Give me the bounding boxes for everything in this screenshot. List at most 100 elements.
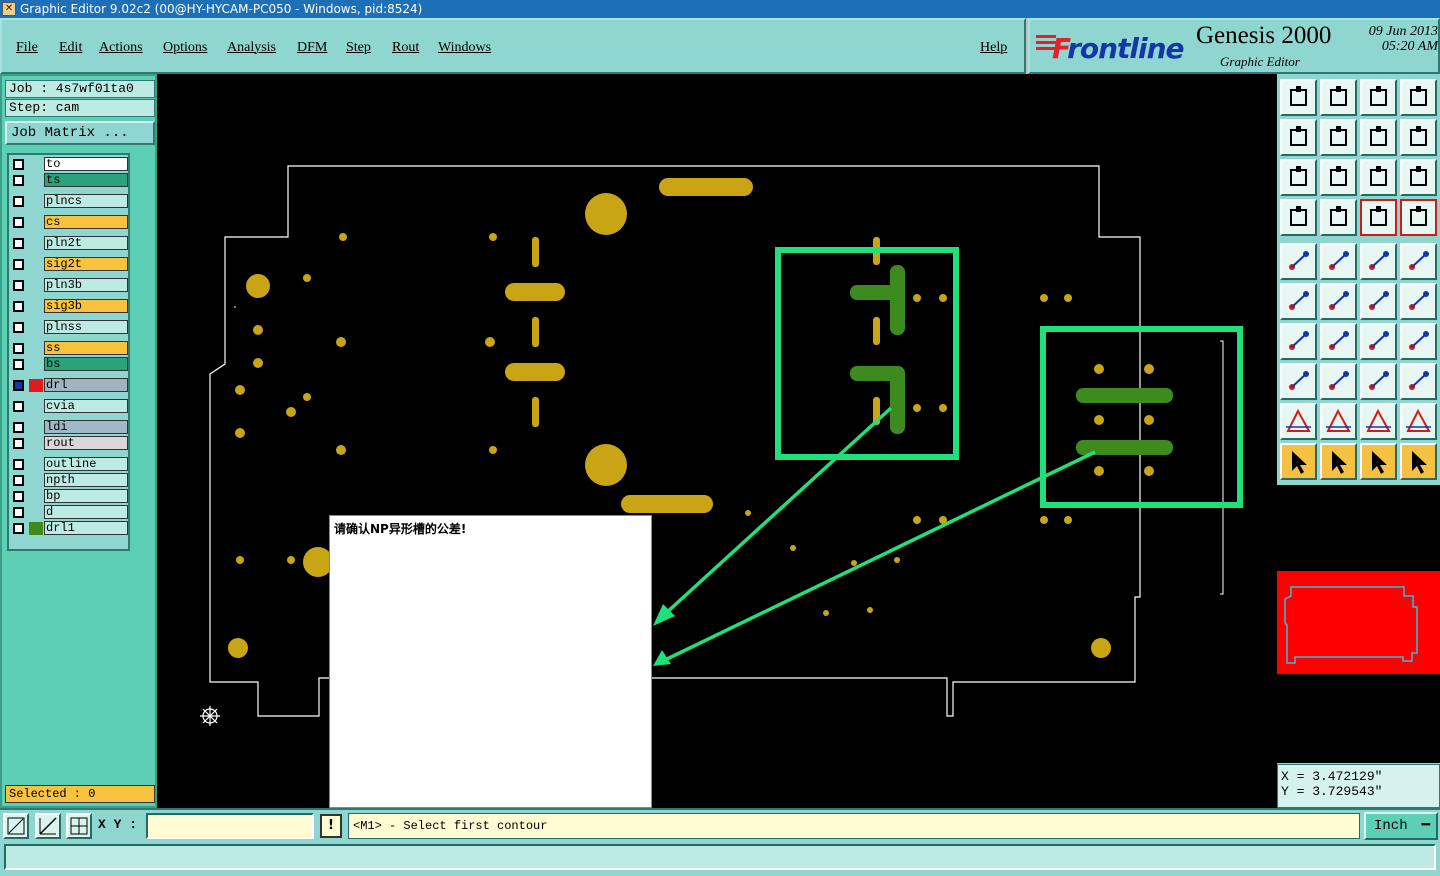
snap-red-icon[interactable] [1360,199,1397,236]
layer-checkbox[interactable] [13,259,24,270]
zoom-center-icon[interactable] [1320,159,1357,196]
triangle-fill-icon[interactable] [1360,403,1397,440]
ruler-icon[interactable] [1360,243,1397,280]
layer-checkbox[interactable] [13,380,24,391]
layer-name[interactable]: cvia [44,399,128,413]
pan-left-icon[interactable] [1280,119,1317,156]
triangle-cross-icon[interactable] [1400,403,1437,440]
layer-checkbox[interactable] [13,322,24,333]
segment-icon[interactable] [1320,323,1357,360]
arc-icon[interactable] [1400,283,1437,320]
redraw-icon[interactable] [1400,119,1437,156]
layer-down-icon[interactable] [1320,79,1357,116]
menu-rout[interactable]: Rout [392,40,419,56]
layer-name[interactable]: npth [44,473,128,487]
layer-checkbox[interactable] [13,422,24,433]
layer-row-cvia[interactable]: cvia [12,399,129,414]
alert-button[interactable]: ! [320,814,342,838]
mirror-icon[interactable] [1400,323,1437,360]
layer-checkbox[interactable] [13,159,24,170]
select-path-icon[interactable] [1400,443,1437,480]
layer-row-bs[interactable]: bs [12,357,129,372]
add-round-icon[interactable] [1400,243,1437,280]
line-align-icon[interactable] [1320,363,1357,400]
home-icon[interactable] [1360,79,1397,116]
layer-name[interactable]: rout [44,436,128,450]
triangle-outline-icon[interactable] [1320,403,1357,440]
menu-analysis[interactable]: Analysis [227,40,276,56]
layer-name[interactable]: d [44,505,128,519]
layer-name[interactable]: sig3b [44,299,128,313]
layer-name[interactable]: plncs [44,194,128,208]
select-box-icon[interactable] [1320,443,1357,480]
layer-checkbox[interactable] [13,507,24,518]
grid-snap-icon[interactable] [66,813,92,839]
xy-input[interactable] [146,813,314,839]
menu-help[interactable]: Help [980,40,1007,56]
layer-row-sig2t[interactable]: sig2t [12,257,129,272]
add-polygon-icon[interactable] [1280,283,1317,320]
feature-filter-icon[interactable] [1280,199,1317,236]
unit-selector[interactable]: Inch ━ [1364,812,1438,840]
layer-name[interactable]: bp [44,489,128,503]
layer-checkbox[interactable] [13,175,24,186]
menu-options[interactable]: Options [163,40,207,56]
layer-name[interactable]: ss [44,341,128,355]
rotate-icon[interactable] [1360,323,1397,360]
window-split-icon[interactable] [1400,79,1437,116]
layer-checkbox[interactable] [13,523,24,534]
undo-zoom-icon[interactable] [1360,119,1397,156]
layer-row-bp[interactable]: bp [12,489,129,504]
layer-checkbox[interactable] [13,196,24,207]
layer-row-outline[interactable]: outline [12,457,129,472]
layer-checkbox[interactable] [13,438,24,449]
add-line-icon[interactable] [1320,243,1357,280]
board-preview[interactable] [1277,571,1440,674]
layer-up-icon[interactable] [1280,79,1317,116]
layer-name[interactable]: drl1 [44,521,128,535]
zoom-fit-icon[interactable] [3,813,29,839]
measure-icon[interactable] [35,813,61,839]
layer-name[interactable]: to [44,157,128,171]
layer-name[interactable]: plnss [44,320,128,334]
layer-checkbox[interactable] [13,401,24,412]
layer-name[interactable]: sig2t [44,257,128,271]
menu-actions[interactable]: Actions [99,40,143,56]
zoom-one-to-one-icon[interactable] [1360,159,1397,196]
layer-row-npth[interactable]: npth [12,473,129,488]
layer-row-rout[interactable]: rout [12,436,129,451]
layer-row-sig3b[interactable]: sig3b [12,299,129,314]
layer-row-d[interactable]: d [12,505,129,520]
layer-name[interactable]: ldi [44,420,128,434]
add-pad-icon[interactable] [1280,243,1317,280]
layer-row-ts[interactable]: ts [12,173,129,188]
menu-step[interactable]: Step [346,40,371,56]
layer-name[interactable]: cs [44,215,128,229]
layer-checkbox[interactable] [13,491,24,502]
layer-row-ss[interactable]: ss [12,341,129,356]
layer-row-plncs[interactable]: plncs [12,194,129,209]
layer-checkbox[interactable] [13,343,24,354]
layer-checkbox[interactable] [13,280,24,291]
layer-checkbox[interactable] [13,238,24,249]
pan-right-icon[interactable] [1320,119,1357,156]
menu-dfm[interactable]: DFM [297,40,327,56]
angle-icon[interactable] [1280,323,1317,360]
layer-name[interactable]: pln3b [44,278,128,292]
layer-name[interactable]: outline [44,457,128,471]
layer-row-pln2t[interactable]: pln2t [12,236,129,251]
menu-edit[interactable]: Edit [59,40,82,56]
layer-row-ldi[interactable]: ldi [12,420,129,435]
layer-row-cs[interactable]: cs [12,215,129,230]
select-zoom-icon[interactable] [1360,443,1397,480]
triangle-icon[interactable] [1280,403,1317,440]
layer-checkbox[interactable] [13,217,24,228]
layer-name[interactable]: ts [44,173,128,187]
snap-blue-icon[interactable] [1400,199,1437,236]
connect-icon[interactable] [1360,283,1397,320]
graphic-canvas[interactable]: 请确认NP异形槽的公差! [157,74,1277,808]
zoom-fit-icon[interactable] [1280,159,1317,196]
help-query-icon[interactable] [1400,159,1437,196]
menu-file[interactable]: File [16,40,38,56]
layer-row-to[interactable]: to [12,157,129,172]
